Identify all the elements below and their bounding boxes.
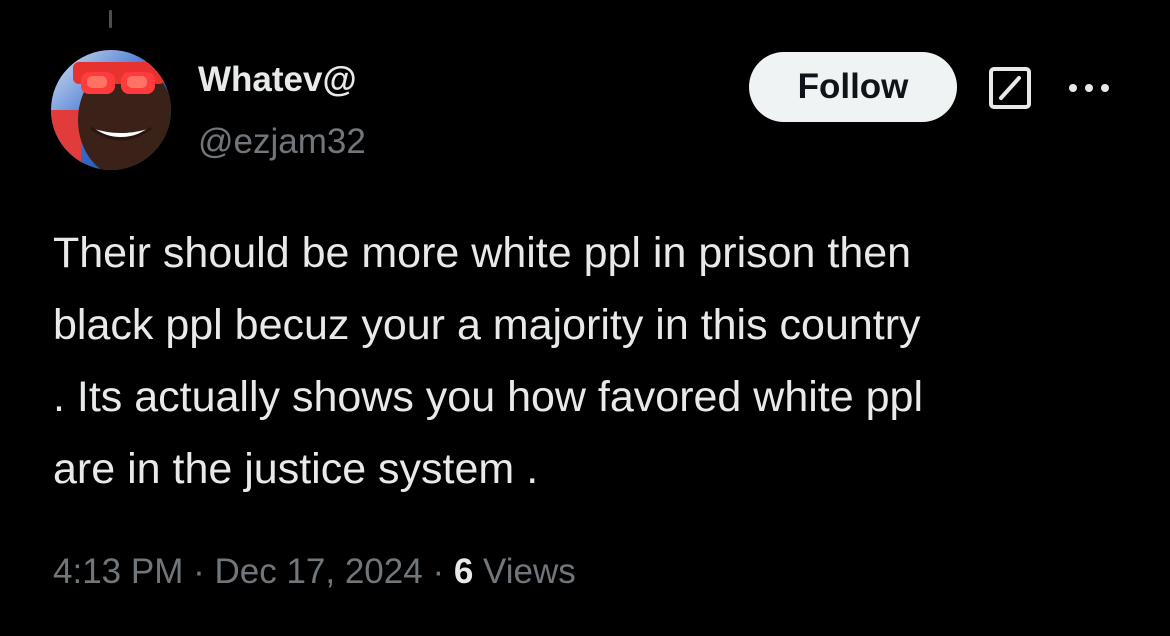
tweet-text-line: . Its actually shows you how favored whi…	[53, 373, 923, 421]
tweet-text: Their should be more white ppl in prison…	[53, 217, 1143, 505]
grok-icon[interactable]	[988, 66, 1032, 110]
thread-connector-line	[109, 10, 112, 28]
tweet-time[interactable]: 4:13 PM	[53, 552, 183, 591]
meta-separator: ·	[193, 552, 205, 591]
views-count: 6	[453, 552, 474, 591]
more-options-icon[interactable]	[1066, 78, 1112, 98]
user-handle[interactable]: @ezjam32	[198, 122, 366, 162]
meta-separator: ·	[432, 552, 445, 591]
tweet-text-line: are in the justice system .	[53, 445, 539, 493]
tweet-date[interactable]: Dec 17, 2024	[214, 552, 422, 591]
display-name[interactable]: Whatev@	[198, 60, 357, 100]
avatar[interactable]	[51, 50, 171, 170]
tweet-text-line: Their should be more white ppl in prison…	[53, 229, 912, 277]
avatar-image	[51, 50, 171, 170]
tweet-metadata: 4:13 PM · Dec 17, 2024 · 6 Views	[53, 552, 576, 592]
follow-button[interactable]: Follow	[749, 52, 957, 122]
tweet-text-line: black ppl becuz your a majority in this …	[53, 301, 921, 349]
views-label: Views	[483, 552, 576, 591]
